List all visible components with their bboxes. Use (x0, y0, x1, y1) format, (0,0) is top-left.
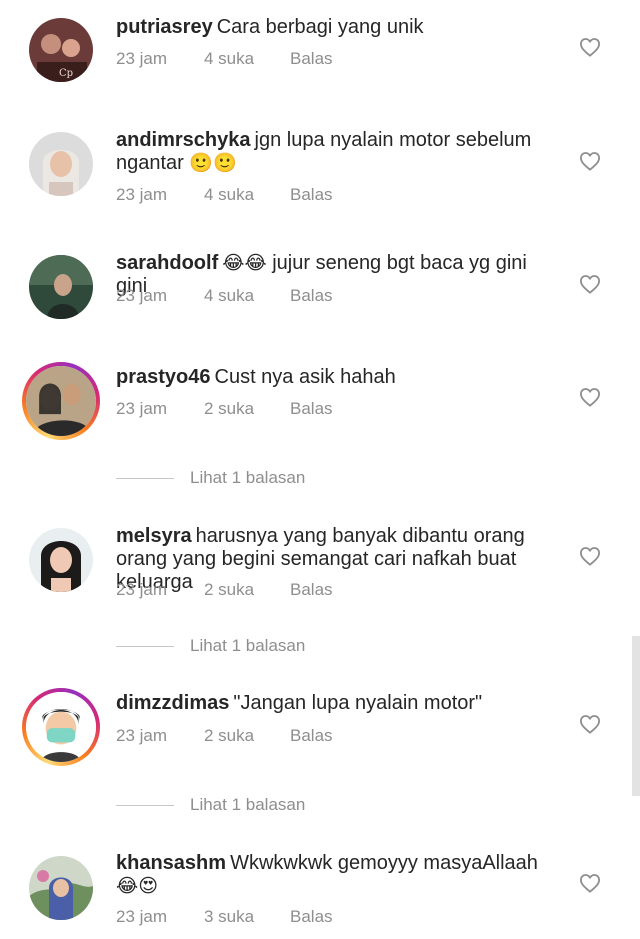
comment-username[interactable]: khansashm (116, 852, 226, 874)
comment-likes[interactable]: 2 suka (204, 399, 254, 419)
scrollbar[interactable] (632, 636, 640, 796)
comment-username[interactable]: putriasrey (116, 16, 213, 38)
comment-time: 23 jam (116, 726, 168, 745)
comment-body: Wkwkwkwk gemoyyy masyaAllaah (230, 852, 538, 874)
comment-username[interactable]: dimzzdimas (116, 692, 229, 714)
comment-time: 23 jam (116, 185, 168, 204)
comment-time: 23 jam (116, 399, 168, 418)
comment-body: Cust nya asik hahah (214, 366, 396, 388)
comment-likes[interactable]: 4 suka (204, 185, 254, 205)
comment-body: Cara berbagi yang unik (216, 16, 424, 38)
avatar-story-ring[interactable] (22, 688, 100, 766)
comment-likes[interactable]: 4 suka (204, 286, 254, 306)
reply-button[interactable]: Balas (290, 726, 333, 746)
reply-button[interactable]: Balas (290, 185, 333, 205)
comment-likes[interactable]: 3 suka (204, 907, 254, 927)
comment-time: 23 jam (116, 580, 168, 599)
comment-text: prastyo46 Cust nya asik hahah (116, 366, 556, 389)
heart-outline-icon[interactable] (579, 151, 601, 171)
emoji: 😂😍 (116, 875, 159, 897)
avatar[interactable] (29, 255, 93, 319)
svg-text:Cp: Cp (59, 68, 73, 79)
avatar[interactable] (29, 528, 93, 592)
replies-divider (116, 478, 174, 479)
avatar[interactable] (29, 856, 93, 920)
comment-text: sarahdoolf 😂😂 jujur seneng bgt baca yg gi… (116, 252, 556, 298)
comment-time: 23 jam (116, 49, 168, 68)
heart-outline-icon[interactable] (579, 714, 601, 734)
comment-username[interactable]: prastyo46 (116, 366, 211, 388)
heart-outline-icon[interactable] (579, 274, 601, 294)
reply-button[interactable]: Balas (290, 907, 333, 927)
avatar[interactable]: Cp (29, 18, 93, 82)
view-replies-label[interactable]: Lihat 1 balasan (190, 795, 305, 815)
reply-button[interactable]: Balas (290, 49, 333, 69)
avatar-story-ring[interactable] (22, 362, 100, 440)
heart-outline-icon[interactable] (579, 546, 601, 566)
emoji: 😂😂 (222, 252, 267, 274)
replies-divider (116, 805, 174, 806)
comment-likes[interactable]: 2 suka (204, 726, 254, 746)
reply-button[interactable]: Balas (290, 399, 333, 419)
emoji: 🙂🙂 (189, 152, 237, 174)
heart-outline-icon[interactable] (579, 873, 601, 893)
comment-username[interactable]: melsyra (116, 525, 192, 547)
comment-likes[interactable]: 2 suka (204, 580, 254, 600)
reply-button[interactable]: Balas (290, 580, 333, 600)
avatar[interactable] (29, 132, 93, 196)
comment-likes[interactable]: 4 suka (204, 49, 254, 69)
view-replies-label[interactable]: Lihat 1 balasan (190, 468, 305, 488)
comment-time: 23 jam (116, 286, 168, 305)
comment-text: putriasrey Cara berbagi yang unik (116, 16, 556, 39)
comment-time: 23 jam (116, 907, 168, 926)
comment-username[interactable]: sarahdoolf (116, 252, 218, 274)
comment-text: khansashm Wkwkwkwk gemoyyy masyaAllaah 😂😍 (116, 852, 556, 898)
replies-divider (116, 646, 174, 647)
heart-outline-icon[interactable] (579, 37, 601, 57)
heart-outline-icon[interactable] (579, 387, 601, 407)
reply-button[interactable]: Balas (290, 286, 333, 306)
comment-text: dimzzdimas "Jangan lupa nyalain motor" (116, 692, 556, 715)
comment-username[interactable]: andimrschyka (116, 129, 251, 151)
comment-text: andimrschyka jgn lupa nyalain motor sebel… (116, 129, 556, 175)
comment-text: melsyra harusnya yang banyak dibantu oran… (116, 525, 556, 594)
view-replies-label[interactable]: Lihat 1 balasan (190, 636, 305, 656)
comment-body: "Jangan lupa nyalain motor" (233, 692, 483, 714)
